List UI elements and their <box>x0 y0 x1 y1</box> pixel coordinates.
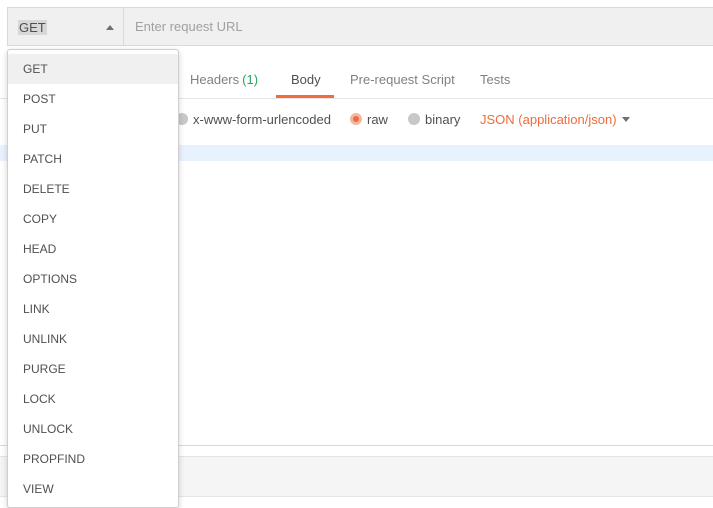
method-select[interactable]: GET <box>8 8 124 45</box>
radio-raw[interactable] <box>350 113 362 125</box>
tab-headers-label: Headers <box>190 72 240 87</box>
request-bar: GET <box>7 7 713 46</box>
active-tab-indicator <box>276 95 334 98</box>
method-value: GET <box>18 20 47 35</box>
method-option-propfind[interactable]: PROPFIND <box>8 444 178 474</box>
method-option-lock[interactable]: LOCK <box>8 384 178 414</box>
url-input[interactable] <box>125 8 705 45</box>
raw-label[interactable]: raw <box>367 112 388 127</box>
tab-body[interactable]: Body <box>291 72 321 87</box>
method-option-copy[interactable]: COPY <box>8 204 178 234</box>
method-option-link[interactable]: LINK <box>8 294 178 324</box>
method-list: GET POST PUT PATCH DELETE COPY HEAD OPTIONS LINK… <box>8 50 178 504</box>
method-option-unlink[interactable]: UNLINK <box>8 324 178 354</box>
urlencoded-label[interactable]: x-www-form-urlencoded <box>193 112 331 127</box>
method-option-unlock[interactable]: UNLOCK <box>8 414 178 444</box>
binary-label[interactable]: binary <box>425 112 460 127</box>
headers-count-badge: (1) <box>242 72 259 87</box>
tab-headers[interactable]: Headers (1) <box>190 72 258 87</box>
caret-down-icon[interactable] <box>622 117 630 122</box>
radio-binary[interactable] <box>408 113 420 125</box>
method-option-head[interactable]: HEAD <box>8 234 178 264</box>
method-option-purge[interactable]: PURGE <box>8 354 178 384</box>
method-option-patch[interactable]: PATCH <box>8 144 178 174</box>
method-option-get[interactable]: GET <box>8 54 178 84</box>
caret-up-icon <box>106 25 114 30</box>
method-option-view[interactable]: VIEW <box>8 474 178 504</box>
method-dropdown: GET POST PUT PATCH DELETE COPY HEAD OPTIONS LINK… <box>7 49 179 508</box>
method-option-put[interactable]: PUT <box>8 114 178 144</box>
tab-pre-request-script[interactable]: Pre-request Script <box>350 72 455 87</box>
method-option-options[interactable]: OPTIONS <box>8 264 178 294</box>
method-option-delete[interactable]: DELETE <box>8 174 178 204</box>
tab-tests[interactable]: Tests <box>480 72 510 87</box>
method-option-post[interactable]: POST <box>8 84 178 114</box>
content-type-select[interactable]: JSON (application/json) <box>480 112 617 127</box>
